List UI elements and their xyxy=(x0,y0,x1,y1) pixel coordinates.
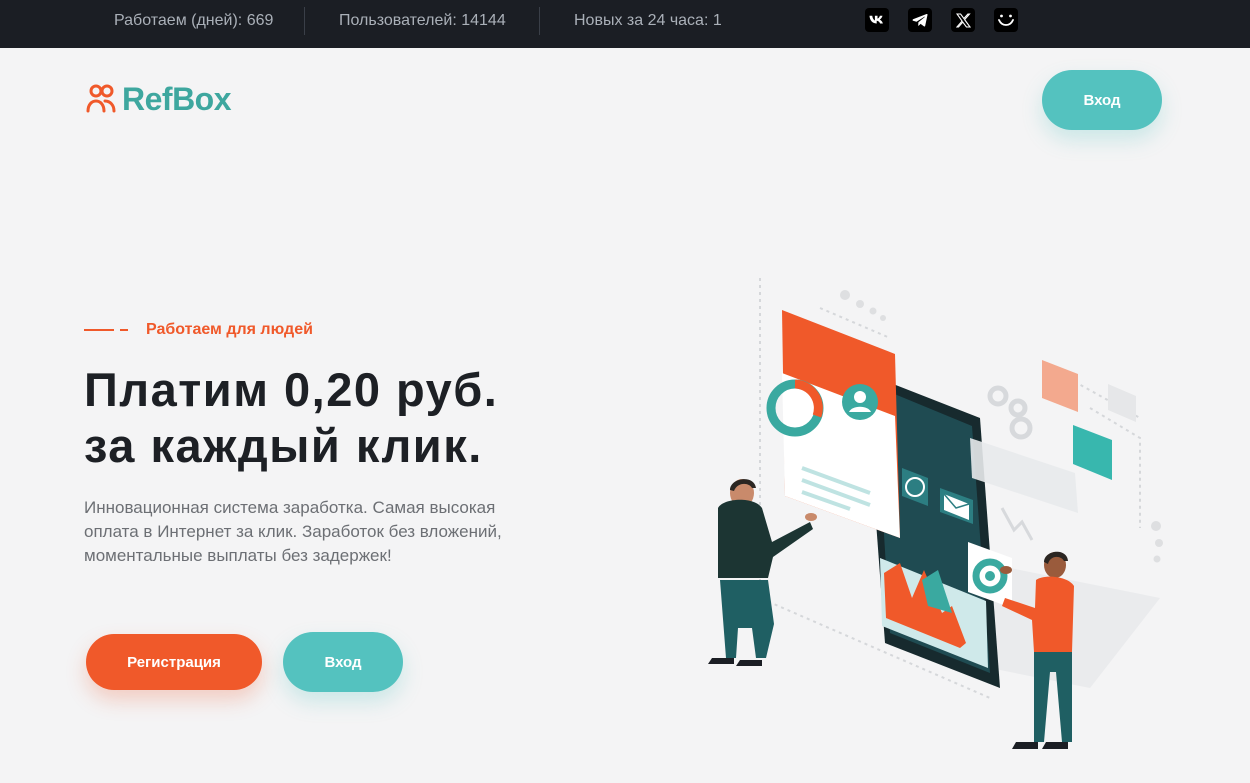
decor-dash xyxy=(120,329,128,331)
tagline-text: Работаем для людей xyxy=(146,321,313,338)
refbox-logo[interactable]: RefBox xyxy=(86,80,232,118)
hero-title-line-2: за каждый клик. xyxy=(84,419,483,472)
divider xyxy=(539,7,540,35)
hero-tagline: Работаем для людей xyxy=(84,319,313,341)
telegram-icon[interactable] xyxy=(908,8,932,32)
hero-title-line-1: Платим 0,20 руб. xyxy=(84,363,499,416)
logo-text: RefBox xyxy=(122,80,232,117)
header-login-button[interactable]: Вход xyxy=(1042,70,1162,130)
stat-users: Пользователей: 14144 xyxy=(339,12,506,29)
hero-description: Инновационная система заработка. Самая в… xyxy=(84,498,502,565)
x-icon[interactable] xyxy=(951,8,975,32)
smile-icon[interactable] xyxy=(994,8,1018,32)
hero-title: Платим 0,20 руб. за каждый клик. xyxy=(84,362,564,474)
top-stats-bar: Работаем (дней): 669 Пользователей: 1414… xyxy=(0,0,1250,48)
hero-illustration xyxy=(708,278,1163,749)
register-button[interactable]: Регистрация xyxy=(86,634,262,690)
stat-days-working: Работаем (дней): 669 xyxy=(114,12,274,29)
divider xyxy=(304,7,305,35)
users-icon xyxy=(86,84,116,113)
vk-icon[interactable] xyxy=(865,8,889,32)
decor-dash xyxy=(84,329,114,331)
hero-login-button[interactable]: Вход xyxy=(283,632,403,692)
stat-new-24h: Новых за 24 часа: 1 xyxy=(574,12,722,29)
